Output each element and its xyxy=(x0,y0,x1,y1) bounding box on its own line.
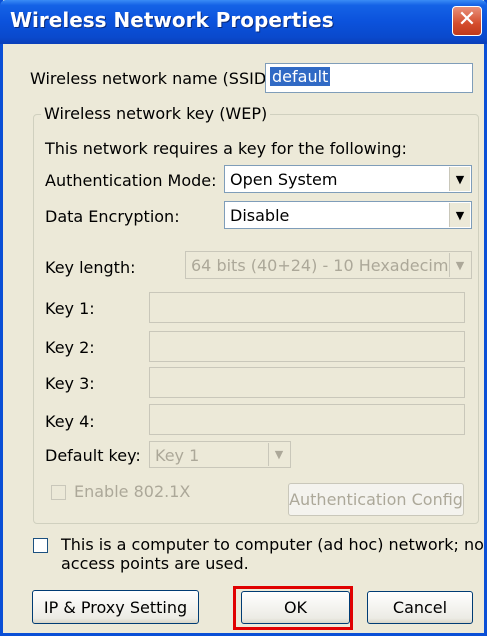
enable-8021x-label: Enable 802.1X xyxy=(74,482,191,501)
default-key-label: Default key: xyxy=(45,446,141,465)
key-length-label: Key length: xyxy=(45,258,136,277)
key4-input[interactable] xyxy=(149,404,465,435)
ssid-value: default xyxy=(270,67,331,86)
chevron-down-icon[interactable]: ▼ xyxy=(449,253,470,277)
data-encryption-value: Disable xyxy=(230,206,290,225)
title-bar[interactable]: Wireless Network Properties ✕ xyxy=(0,0,487,44)
adhoc-checkbox[interactable] xyxy=(33,538,48,553)
data-encryption-select[interactable]: Disable ▼ xyxy=(224,201,472,229)
default-key-select[interactable]: Key 1 ▼ xyxy=(149,441,291,468)
chevron-down-icon[interactable]: ▼ xyxy=(449,203,470,227)
window-title: Wireless Network Properties xyxy=(10,8,334,32)
key4-label: Key 4: xyxy=(45,412,95,431)
key2-input[interactable] xyxy=(149,331,465,362)
data-encryption-label: Data Encryption: xyxy=(45,207,180,226)
key-length-select[interactable]: 64 bits (40+24) - 10 Hexadecimal d ▼ xyxy=(185,251,472,279)
key3-input[interactable] xyxy=(149,367,465,398)
key1-input[interactable] xyxy=(149,292,465,323)
ssid-input[interactable]: default xyxy=(265,63,473,93)
ok-button-highlight xyxy=(233,586,353,630)
key-length-value: 64 bits (40+24) - 10 Hexadecimal d xyxy=(191,256,449,275)
chevron-down-icon[interactable]: ▼ xyxy=(268,443,289,466)
ssid-label: Wireless network name (SSID): xyxy=(30,69,278,88)
adhoc-label-line1: This is a computer to computer (ad hoc) … xyxy=(61,535,484,554)
authentication-config-button[interactable]: Authentication Config xyxy=(288,483,464,516)
auth-mode-value: Open System xyxy=(230,170,338,189)
adhoc-label-line2: access points are used. xyxy=(61,554,249,573)
auth-mode-label: Authentication Mode: xyxy=(45,171,217,190)
key2-label: Key 2: xyxy=(45,338,95,357)
ip-proxy-setting-button[interactable]: IP & Proxy Setting xyxy=(32,590,199,624)
wep-legend: Wireless network key (WEP) xyxy=(41,104,271,123)
enable-8021x-checkbox[interactable] xyxy=(51,485,66,500)
auth-mode-select[interactable]: Open System ▼ xyxy=(224,165,472,193)
close-icon[interactable]: ✕ xyxy=(452,6,482,36)
chevron-down-icon[interactable]: ▼ xyxy=(449,167,470,191)
wep-intro-text: This network requires a key for the foll… xyxy=(45,139,407,158)
dialog-window: Wireless Network Properties ✕ Wireless n… xyxy=(0,0,487,636)
cancel-button[interactable]: Cancel xyxy=(367,591,473,624)
key1-label: Key 1: xyxy=(45,299,95,318)
key3-label: Key 3: xyxy=(45,374,95,393)
default-key-value: Key 1 xyxy=(155,446,200,465)
